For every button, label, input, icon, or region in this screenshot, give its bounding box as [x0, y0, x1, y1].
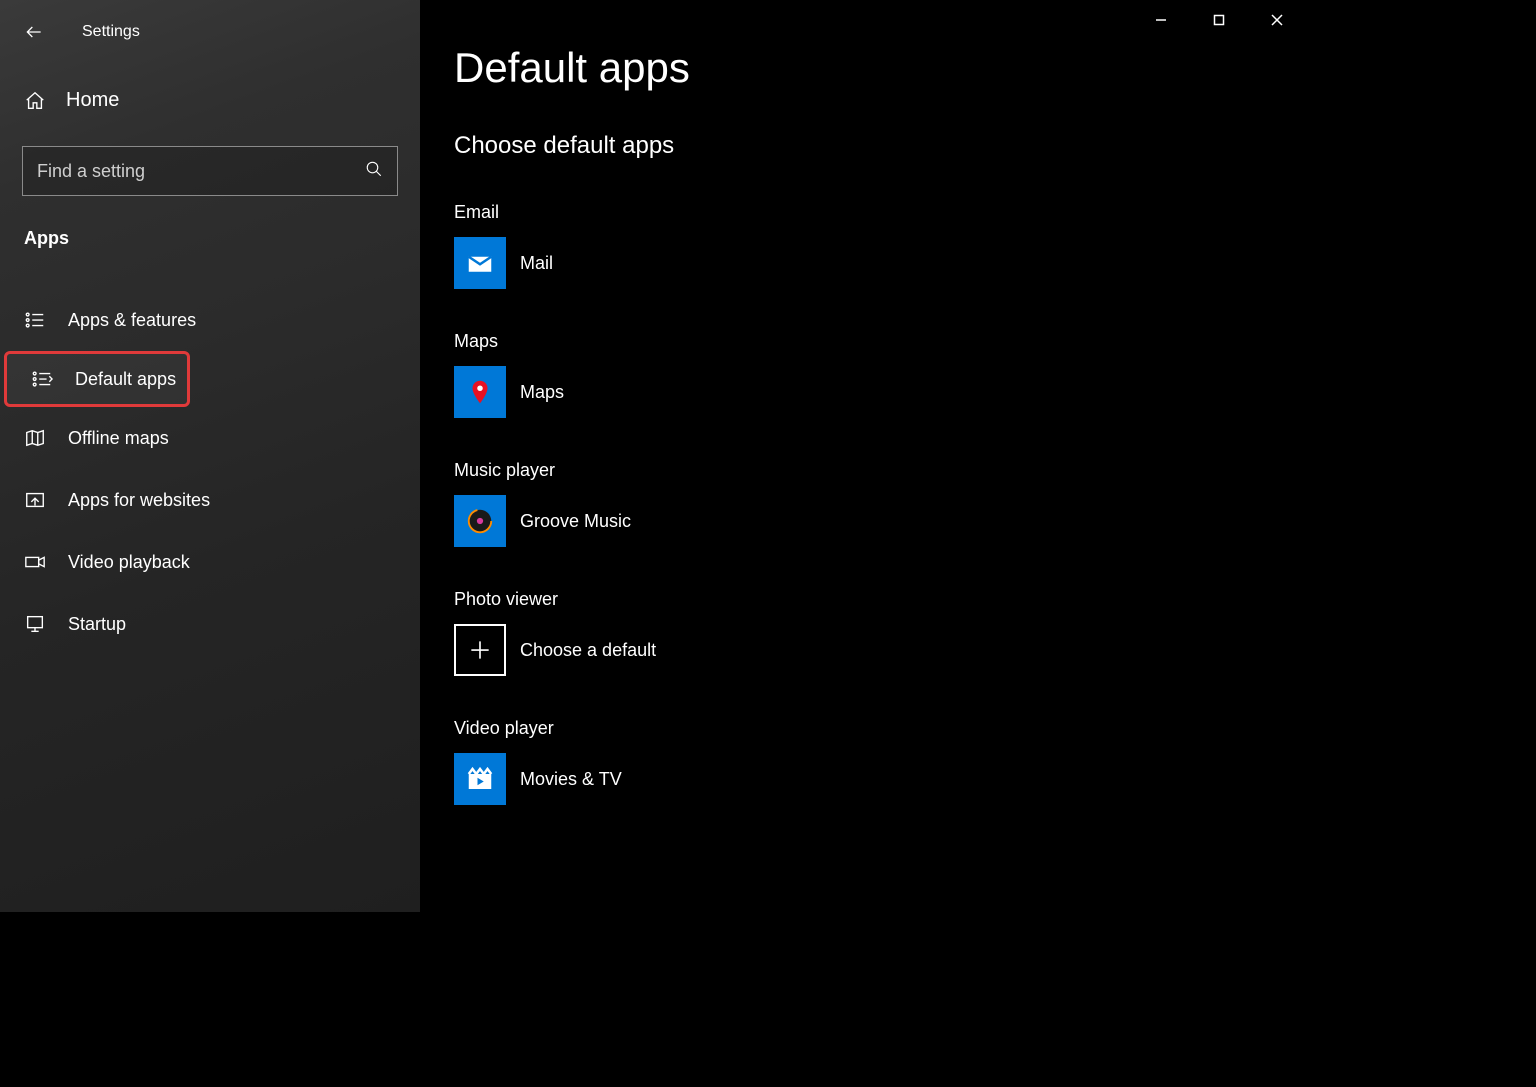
- sidebar-item-label: Default apps: [75, 369, 176, 390]
- open-in-app-icon: [24, 489, 46, 511]
- mail-icon: [454, 237, 506, 289]
- sidebar-item-video-playback[interactable]: Video playback: [0, 531, 420, 593]
- sidebar-item-apps-for-websites[interactable]: Apps for websites: [0, 469, 420, 531]
- search-icon: [365, 160, 383, 183]
- page-title: Default apps: [454, 44, 1306, 92]
- app-name: Groove Music: [520, 511, 631, 532]
- main-content: Default apps Choose default apps Email M…: [420, 0, 1306, 912]
- settings-window: Settings Home Apps Apps & features: [0, 0, 1306, 912]
- minimize-button[interactable]: [1132, 0, 1190, 40]
- list-icon: [24, 309, 46, 331]
- search-box[interactable]: [22, 146, 398, 196]
- close-button[interactable]: [1248, 0, 1306, 40]
- sidebar-item-offline-maps[interactable]: Offline maps: [0, 407, 420, 469]
- sidebar-item-startup[interactable]: Startup: [0, 593, 420, 655]
- map-icon: [24, 427, 46, 449]
- sidebar-nav: Apps & features Default apps Offline map…: [0, 289, 420, 655]
- default-app-video[interactable]: Movies & TV: [454, 753, 622, 805]
- section-heading: Choose default apps: [454, 132, 1306, 160]
- group-video: Video player Movies & TV: [454, 718, 1306, 805]
- default-apps-icon: [31, 368, 53, 390]
- sidebar-header: Settings: [0, 0, 420, 64]
- back-arrow-icon: [24, 22, 44, 42]
- maps-icon: [454, 366, 506, 418]
- back-button[interactable]: [14, 12, 54, 52]
- header-title: Settings: [82, 23, 140, 41]
- groove-music-icon: [454, 495, 506, 547]
- sidebar-item-label: Apps for websites: [68, 490, 210, 511]
- sidebar-home[interactable]: Home: [0, 74, 420, 126]
- app-name: Choose a default: [520, 640, 656, 661]
- default-app-photo[interactable]: Choose a default: [454, 624, 656, 676]
- window-controls: [1132, 0, 1306, 40]
- sidebar-item-label: Startup: [68, 614, 126, 635]
- home-label: Home: [66, 89, 119, 112]
- app-name: Maps: [520, 382, 564, 403]
- sidebar-item-default-apps[interactable]: Default apps: [4, 351, 190, 407]
- home-icon: [24, 90, 44, 110]
- group-label: Email: [454, 202, 1306, 223]
- sidebar-item-label: Apps & features: [68, 310, 196, 331]
- video-icon: [24, 551, 46, 573]
- sidebar-item-apps-features[interactable]: Apps & features: [0, 289, 420, 351]
- group-label: Maps: [454, 331, 1306, 352]
- group-email: Email Mail: [454, 202, 1306, 289]
- movies-tv-icon: [454, 753, 506, 805]
- group-label: Video player: [454, 718, 1306, 739]
- app-name: Movies & TV: [520, 769, 622, 790]
- group-photo: Photo viewer Choose a default: [454, 589, 1306, 676]
- sidebar-item-label: Offline maps: [68, 428, 169, 449]
- app-name: Mail: [520, 253, 553, 274]
- startup-icon: [24, 613, 46, 635]
- maximize-button[interactable]: [1190, 0, 1248, 40]
- group-label: Photo viewer: [454, 589, 1306, 610]
- group-label: Music player: [454, 460, 1306, 481]
- default-app-email[interactable]: Mail: [454, 237, 553, 289]
- search-input[interactable]: [37, 161, 365, 182]
- default-app-music[interactable]: Groove Music: [454, 495, 631, 547]
- sidebar-section-title: Apps: [0, 196, 420, 249]
- group-music: Music player Groove Music: [454, 460, 1306, 547]
- plus-icon: [454, 624, 506, 676]
- sidebar: Settings Home Apps Apps & features: [0, 0, 420, 912]
- group-maps: Maps Maps: [454, 331, 1306, 418]
- sidebar-item-label: Video playback: [68, 552, 190, 573]
- default-app-maps[interactable]: Maps: [454, 366, 564, 418]
